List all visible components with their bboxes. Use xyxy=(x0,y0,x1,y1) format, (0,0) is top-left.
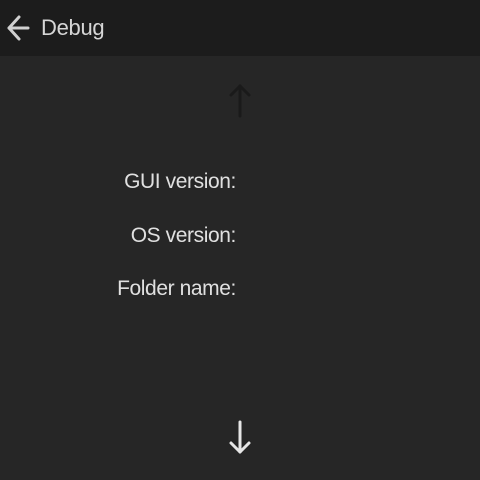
gui-version-label: GUI version: xyxy=(124,170,236,193)
scroll-down-button[interactable] xyxy=(224,418,256,458)
page-title: Debug xyxy=(41,15,105,40)
debug-info-panel: GUI version: OS version: Folder name: xyxy=(0,56,480,480)
arrow-left-icon xyxy=(7,15,30,41)
header-bar: Debug xyxy=(0,0,480,56)
os-version-label: OS version: xyxy=(130,224,237,247)
scroll-up-button[interactable] xyxy=(224,80,256,120)
arrow-up-icon xyxy=(229,84,251,118)
back-button[interactable] xyxy=(4,12,32,44)
folder-name-label: Folder name: xyxy=(117,277,236,300)
arrow-down-icon xyxy=(229,420,251,454)
